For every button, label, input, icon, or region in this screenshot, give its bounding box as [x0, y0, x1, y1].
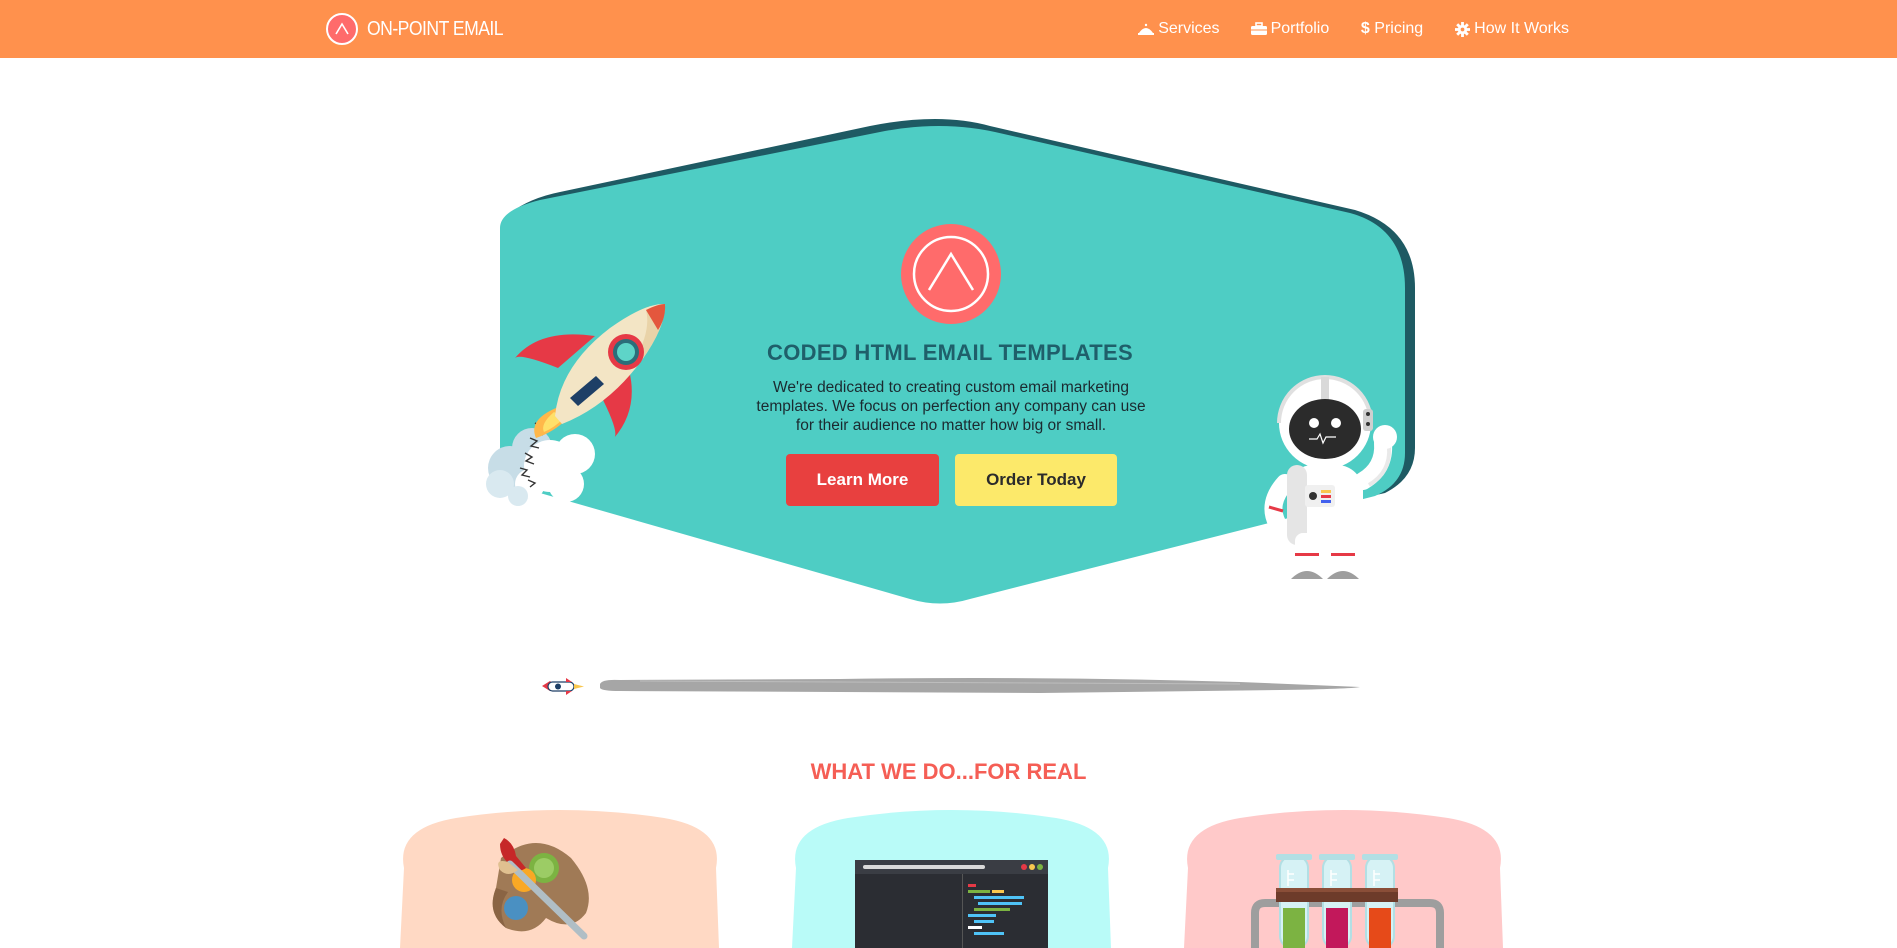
nav-portfolio-label: Portfolio: [1270, 20, 1330, 37]
nav-pricing[interactable]: $ Pricing: [1360, 20, 1423, 38]
paint-palette-icon: [492, 838, 589, 940]
astronaut-illustration: [1264, 375, 1397, 579]
briefcase-icon: [1250, 21, 1267, 37]
brand-home-link[interactable]: ON-POINT EMAIL: [326, 13, 522, 45]
cake-icon: [1138, 21, 1155, 37]
nav-services[interactable]: Services: [1138, 20, 1220, 38]
service-card-code: [788, 808, 1115, 948]
nav-pricing-label: Pricing: [1374, 20, 1424, 37]
code-editor-icon: [855, 860, 1048, 948]
rocket-trail-divider: [542, 678, 1360, 695]
rocket-illustration: [486, 303, 666, 506]
small-rocket-icon: [542, 678, 584, 695]
nav-services-label: Services: [1158, 20, 1220, 37]
brand-logo-icon: [326, 13, 358, 45]
hero-description: We're dedicated to creating custom email…: [756, 379, 1146, 434]
nav-portfolio[interactable]: Portfolio: [1250, 20, 1330, 38]
test-tubes-icon: [1251, 854, 1444, 948]
service-card-testing: [1180, 808, 1507, 948]
top-navbar: ON-POINT EMAIL Services Portfolio $ Pric…: [0, 0, 1897, 58]
hero-section: CODED HTML EMAIL TEMPLATES We're dedicat…: [470, 118, 1430, 608]
brand-name: ON-POINT EMAIL: [367, 17, 504, 40]
hero-logo-icon: [901, 224, 1001, 324]
gear-icon: [1454, 21, 1470, 37]
nav-how-it-works-label: How It Works: [1474, 20, 1569, 37]
service-card-design: [396, 808, 723, 948]
learn-more-button[interactable]: Learn More: [786, 454, 939, 506]
dollar-icon: $: [1360, 20, 1370, 37]
main-nav: Services Portfolio $ Pricing How It Work…: [1107, 0, 1569, 58]
section-title: WHAT WE DO...FOR REAL: [810, 759, 1087, 784]
order-today-button[interactable]: Order Today: [955, 454, 1117, 506]
nav-how-it-works[interactable]: How It Works: [1454, 20, 1569, 38]
